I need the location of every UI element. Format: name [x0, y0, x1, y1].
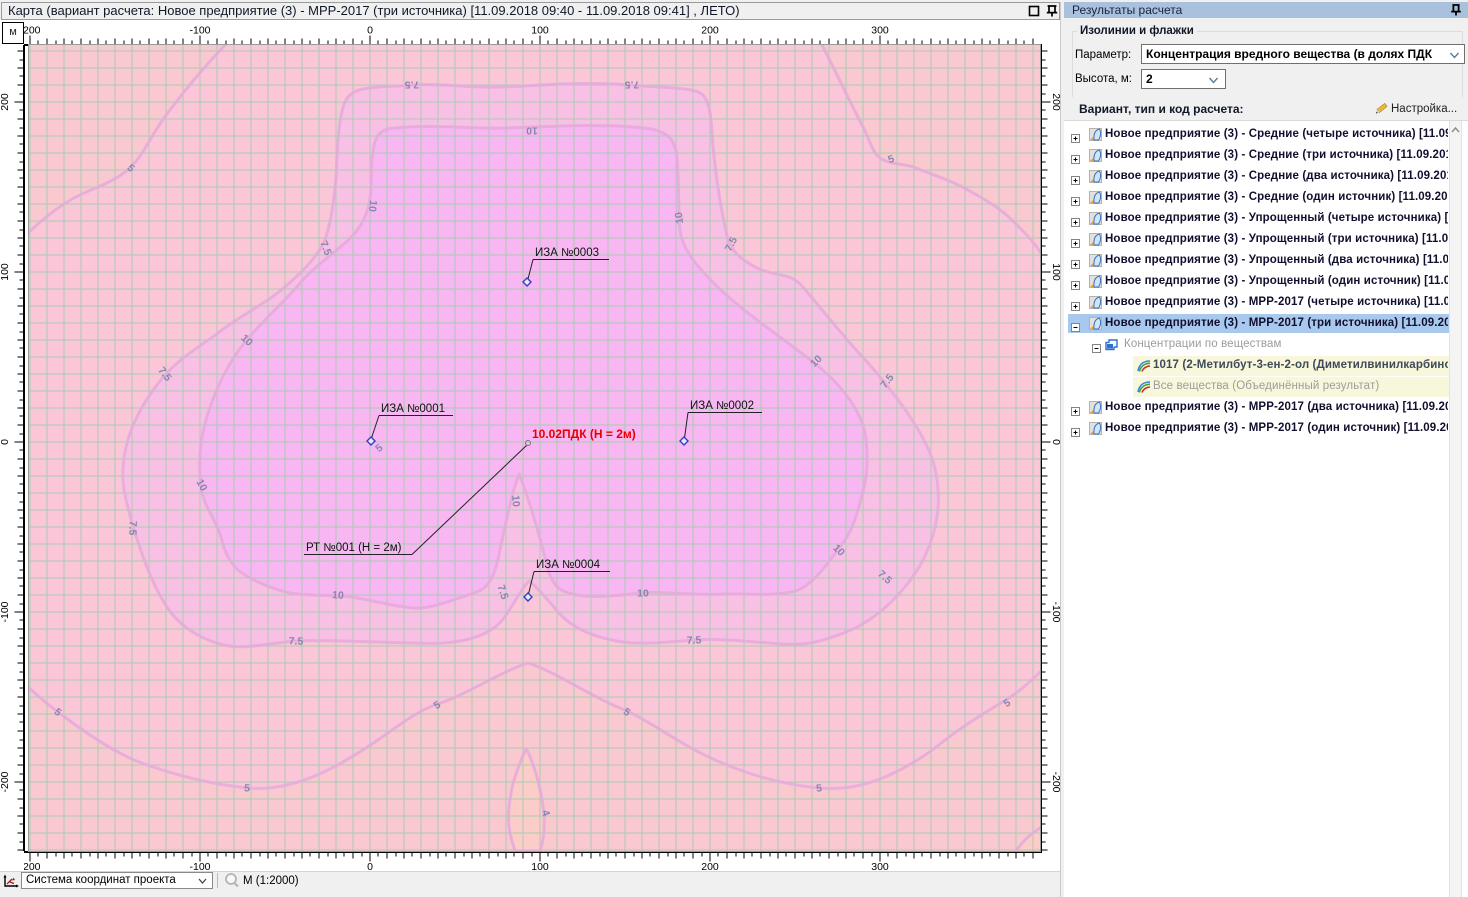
svg-text:10: 10 — [509, 495, 522, 508]
svg-text:ИЗА №0003: ИЗА №0003 — [535, 247, 599, 259]
svg-text:РТ №001 (Н = 2м): РТ №001 (Н = 2м) — [306, 542, 402, 554]
svg-text:0: 0 — [367, 25, 373, 37]
svg-text:300: 300 — [871, 25, 889, 37]
svg-text:10: 10 — [366, 199, 379, 212]
svg-text:ИЗА №0002: ИЗА №0002 — [690, 400, 754, 412]
svg-text:7.5: 7.5 — [288, 635, 303, 648]
svg-text:ИЗА №0001: ИЗА №0001 — [381, 403, 445, 415]
svg-text:7.5: 7.5 — [405, 79, 420, 91]
svg-text:10.02ПДК (Н = 2м): 10.02ПДК (Н = 2м) — [532, 427, 636, 441]
svg-text:5: 5 — [244, 782, 251, 794]
svg-text:10: 10 — [526, 125, 538, 137]
svg-text:7.5: 7.5 — [687, 634, 702, 647]
svg-text:100: 100 — [531, 25, 549, 37]
svg-text:10: 10 — [637, 588, 649, 600]
svg-text:-100: -100 — [189, 25, 210, 37]
svg-text:100: 100 — [0, 263, 11, 281]
svg-text:200: 200 — [701, 25, 719, 37]
svg-text:10: 10 — [332, 589, 345, 602]
svg-text:-100: -100 — [0, 601, 11, 622]
svg-text:ИЗА №0004: ИЗА №0004 — [536, 559, 601, 571]
svg-text:7.5: 7.5 — [625, 79, 640, 91]
svg-text:5: 5 — [816, 782, 823, 794]
svg-text:7.5: 7.5 — [126, 520, 139, 535]
svg-text:0: 0 — [0, 439, 11, 445]
svg-text:-200: -200 — [0, 771, 11, 792]
svg-text:10: 10 — [673, 211, 686, 224]
svg-text:200: 200 — [0, 93, 11, 111]
